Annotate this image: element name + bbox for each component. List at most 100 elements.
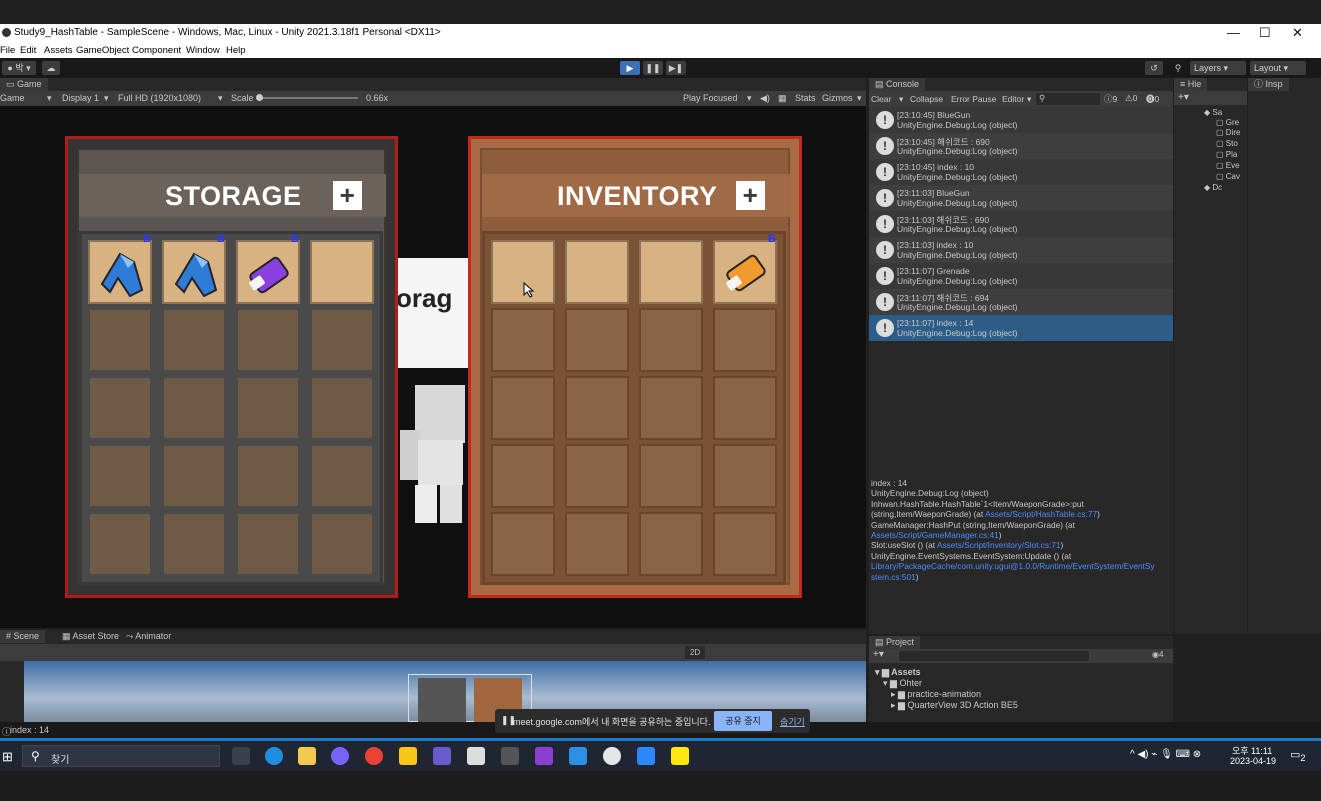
pause-button[interactable]: ❚❚ <box>643 61 663 75</box>
project-tree-item[interactable]: ▾ ▆ Ohter <box>883 678 922 689</box>
inventory-slot[interactable] <box>713 308 777 372</box>
log-entry[interactable]: ! [23:11:07] 해쉬코드 : 694 UnityEngine.Debug:… <box>869 289 1173 315</box>
log-entry[interactable]: ! [23:11:03] index : 10 UnityEngine.Debug:… <box>869 237 1173 263</box>
warning-count[interactable]: ⚠0 <box>1125 93 1137 104</box>
tab-animator[interactable]: ⤳ Animator <box>120 630 178 643</box>
inventory-slot[interactable] <box>565 512 629 576</box>
inventory-slot[interactable] <box>639 308 703 372</box>
stack-link[interactable]: Assets/Script/Inventory/Slot.cs:71 <box>937 540 1061 550</box>
menu-edit[interactable]: Edit <box>20 45 36 56</box>
storage-slot[interactable] <box>310 376 374 440</box>
storage-slot[interactable] <box>236 444 300 508</box>
hierarchy-item[interactable]: ▢ Gre <box>1216 118 1239 127</box>
messenger-icon[interactable] <box>331 747 349 765</box>
status-text[interactable]: index : 14 <box>10 725 49 735</box>
log-entry[interactable]: ! [23:10:45] index : 10 UnityEngine.Debug:… <box>869 159 1173 185</box>
menu-assets[interactable]: Assets <box>44 45 73 56</box>
storage-slot[interactable] <box>88 376 152 440</box>
storage-add-button[interactable]: + <box>333 181 362 210</box>
game-mode-dropdown[interactable]: Game <box>0 93 25 103</box>
stop-sharing-button[interactable]: 공유 중지 <box>714 711 772 731</box>
menu-component[interactable]: Component <box>132 45 181 56</box>
hierarchy-item[interactable]: ▢ Pla <box>1216 150 1237 159</box>
log-entry-selected[interactable]: ! [23:11:07] index : 14 UnityEngine.Debug:… <box>869 315 1173 341</box>
project-tree-item[interactable]: ▸ ▆ QuarterView 3D Action BE5 <box>891 700 1018 711</box>
stack-link[interactable]: stem.cs:501 <box>871 572 916 582</box>
inventory-slot[interactable] <box>491 308 555 372</box>
tab-asset-store[interactable]: ▦ Asset Store <box>56 630 126 643</box>
kakaotalk-icon[interactable] <box>671 747 689 765</box>
storage-slot[interactable] <box>162 444 226 508</box>
error-count[interactable]: ⓿0 <box>1146 93 1159 105</box>
tab-game[interactable]: ▭ Game <box>0 78 48 91</box>
storage-slot[interactable] <box>162 512 226 576</box>
maximize-button[interactable]: ☐ <box>1259 25 1271 41</box>
search-icon[interactable]: ⚲ <box>1170 61 1186 75</box>
inventory-slot[interactable] <box>565 308 629 372</box>
account-dropdown[interactable]: ● 박 ▾ <box>2 61 36 75</box>
inventory-slot[interactable] <box>491 240 555 304</box>
inventory-slot[interactable] <box>639 512 703 576</box>
storage-slot[interactable] <box>236 376 300 440</box>
inventory-slot[interactable] <box>713 444 777 508</box>
hierarchy-item[interactable]: ◆ Sa <box>1204 108 1222 117</box>
inventory-slot[interactable] <box>565 240 629 304</box>
app-icon[interactable] <box>569 747 587 765</box>
log-entry[interactable]: ! [23:11:03] BlueGun UnityEngine.Debug:Log… <box>869 185 1173 211</box>
log-entry[interactable]: ! [23:11:03] 해쉬코드 : 690 UnityEngine.Debug:… <box>869 211 1173 237</box>
storage-slot[interactable] <box>236 308 300 372</box>
storage-slot[interactable] <box>162 376 226 440</box>
inventory-slot[interactable] <box>565 444 629 508</box>
slack-icon[interactable] <box>603 747 621 765</box>
project-tree-item[interactable]: ▸ ▆ practice-animation <box>891 689 981 700</box>
resolution-dropdown[interactable]: Full HD (1920x1080) <box>118 93 201 103</box>
stack-link[interactable]: Assets/Script/GameManager.cs:41 <box>871 530 999 540</box>
clock-date[interactable]: 2023-04-19 <box>1230 756 1276 766</box>
storage-slot[interactable] <box>88 512 152 576</box>
2d-toggle[interactable]: 2D <box>685 646 705 659</box>
storage-slot[interactable] <box>310 512 374 576</box>
inventory-slot[interactable]: B <box>713 233 777 304</box>
sticky-notes-icon[interactable] <box>399 747 417 765</box>
visual-studio-icon[interactable] <box>535 747 553 765</box>
step-button[interactable]: ▶❚ <box>666 61 686 75</box>
audio-mute-icon[interactable]: ◀) <box>760 93 770 104</box>
layers-dropdown[interactable]: Layers ▾ <box>1190 61 1246 75</box>
tab-inspector[interactable]: ⓘ Insp <box>1248 78 1289 91</box>
project-tree-root[interactable]: ▾ ▆ Assets <box>875 667 921 678</box>
menu-file[interactable]: File <box>0 45 15 56</box>
tab-scene[interactable]: # Scene <box>0 630 46 643</box>
app-icon[interactable] <box>637 747 655 765</box>
layout-dropdown[interactable]: Layout ▾ <box>1250 61 1306 75</box>
inventory-add-button[interactable]: + <box>736 181 765 210</box>
unity-hub-icon[interactable] <box>467 747 485 765</box>
inventory-slot[interactable] <box>565 376 629 440</box>
hidden-count[interactable]: ◉4 <box>1152 650 1163 659</box>
clear-button[interactable]: Clear <box>871 94 891 104</box>
scale-slider[interactable] <box>258 97 358 99</box>
add-icon[interactable]: +▾ <box>1178 92 1189 103</box>
inventory-slot[interactable] <box>713 376 777 440</box>
storage-slot[interactable] <box>236 512 300 576</box>
hierarchy-item[interactable]: ◆ Dc <box>1204 183 1222 192</box>
tab-project[interactable]: ▤ Project <box>869 636 921 649</box>
storage-slot[interactable] <box>162 308 226 372</box>
storage-slot[interactable] <box>310 308 374 372</box>
taskbar-search-box[interactable]: ⚲ 찾기 <box>22 745 220 767</box>
app-icon[interactable] <box>433 747 451 765</box>
inventory-slot[interactable] <box>639 444 703 508</box>
inventory-slot[interactable] <box>491 376 555 440</box>
chrome-icon[interactable] <box>365 747 383 765</box>
unity-editor-icon[interactable] <box>501 747 519 765</box>
inventory-slot[interactable] <box>639 376 703 440</box>
collapse-button[interactable]: Collapse <box>910 94 943 104</box>
close-button[interactable]: ✕ <box>1292 25 1303 41</box>
storage-slot[interactable]: B <box>162 233 226 304</box>
storage-slot[interactable] <box>88 308 152 372</box>
storage-slot[interactable]: B <box>88 233 152 304</box>
storage-slot[interactable] <box>88 444 152 508</box>
play-focused-dropdown[interactable]: Play Focused <box>683 93 738 103</box>
system-tray-icons[interactable]: ^ ◀) ⌁ 🎙 ⌨ ⊗ <box>1130 749 1201 760</box>
menu-window[interactable]: Window <box>186 45 220 56</box>
error-pause-button[interactable]: Error Pause <box>951 94 996 104</box>
